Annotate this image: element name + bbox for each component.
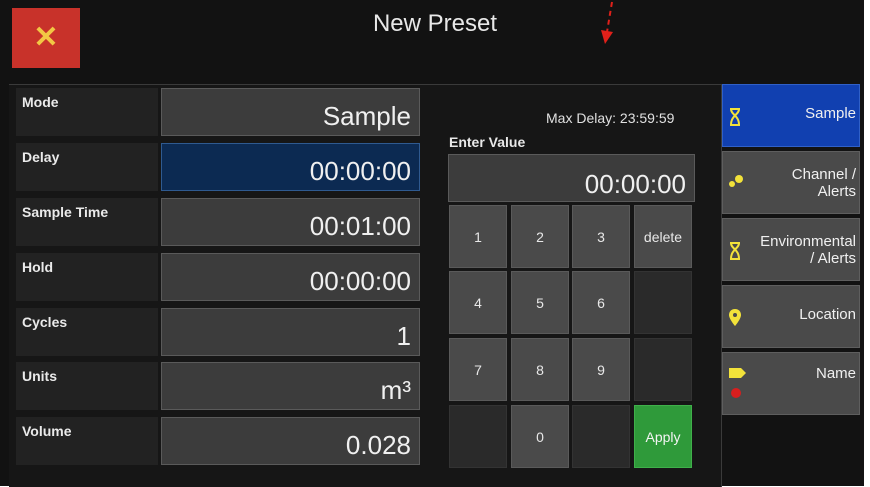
nav-sample[interactable]: Sample (722, 84, 860, 147)
nav-channel-alerts-label: Channel / Alerts (791, 166, 856, 200)
blank-key (449, 405, 507, 468)
key-8[interactable]: 8 (511, 338, 569, 401)
sample-time-field[interactable]: 00:01:00 (161, 198, 420, 246)
page-title: New Preset (372, 10, 498, 37)
max-delay-text: Max Delay: 23:59:59 (546, 110, 675, 126)
key-5[interactable]: 5 (511, 271, 569, 334)
hold-label: Hold (16, 253, 158, 301)
delay-field[interactable]: 00:00:00 (161, 143, 420, 191)
key-0[interactable]: 0 (511, 405, 569, 468)
nav-sample-label: Sample (805, 105, 856, 122)
hold-field[interactable]: 00:00:00 (161, 253, 420, 301)
cycles-field[interactable]: 1 (161, 308, 420, 356)
nav-location-label: Location (799, 306, 856, 323)
volume-field[interactable]: 0.028 (161, 417, 420, 465)
nav-channel-alerts[interactable]: Channel / Alerts (722, 151, 860, 214)
mode-label: Mode (16, 88, 158, 136)
key-4[interactable]: 4 (449, 271, 507, 334)
preset-screen: ✕ New Preset Mode Sample Delay 00:00:00 … (0, 0, 864, 487)
location-pin-icon (729, 309, 741, 326)
key-7[interactable]: 7 (449, 338, 507, 401)
key-2[interactable]: 2 (511, 205, 569, 268)
volume-label: Volume (16, 417, 158, 465)
key-3[interactable]: 3 (572, 205, 630, 268)
nav-environmental-alerts[interactable]: Environmental / Alerts (722, 218, 860, 281)
nav-name[interactable]: Name (722, 352, 860, 415)
dots-icon (729, 175, 743, 187)
units-label: Units (16, 362, 158, 410)
key-9[interactable]: 9 (572, 338, 630, 401)
sample-time-label: Sample Time (16, 198, 158, 246)
hourglass-icon (730, 242, 740, 260)
mode-field[interactable]: Sample (161, 88, 420, 136)
apply-button[interactable]: Apply (634, 405, 692, 468)
units-field[interactable]: m³ (161, 362, 420, 410)
key-1[interactable]: 1 (449, 205, 507, 268)
hourglass-icon (730, 108, 740, 126)
arrow-indicator-icon (601, 1, 613, 44)
delete-key[interactable]: delete (634, 205, 692, 268)
delay-label: Delay (16, 143, 158, 191)
blank-key (634, 271, 692, 334)
nav-location[interactable]: Location (722, 285, 860, 348)
tag-icon (729, 368, 746, 398)
enter-value-label: Enter Value (449, 134, 526, 150)
cycles-label: Cycles (16, 308, 158, 356)
blank-key (634, 338, 692, 401)
nav-name-label: Name (815, 365, 856, 382)
nav-environmental-alerts-label: Environmental / Alerts (760, 233, 856, 267)
key-6[interactable]: 6 (572, 271, 630, 334)
value-display[interactable]: 00:00:00 (448, 154, 695, 202)
blank-key (572, 405, 630, 468)
